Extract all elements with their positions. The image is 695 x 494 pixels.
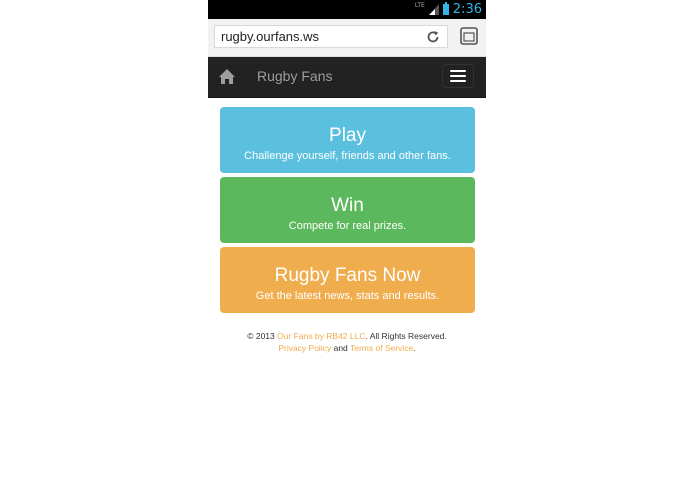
- status-clock: 2:36: [452, 2, 482, 17]
- home-icon[interactable]: [218, 68, 236, 86]
- battery-icon: [442, 2, 449, 15]
- period-text: .: [413, 343, 416, 353]
- copyright-line: © 2013 Our Fans by RB42 LLC. All Rights …: [208, 330, 486, 342]
- network-type-label: LTE: [414, 2, 425, 9]
- signal-icon: [428, 4, 439, 15]
- company-link[interactable]: Our Fans by RB42 LLC: [277, 331, 365, 341]
- reload-icon[interactable]: [423, 27, 443, 47]
- card-subtitle: Get the latest news, stats and results.: [255, 290, 440, 302]
- browser-toolbar: rugby.ourfans.ws: [208, 19, 486, 57]
- site-navbar: Rugby Fans: [208, 57, 486, 98]
- card-title: Rugby Fans Now: [274, 265, 421, 286]
- status-bar: LTE 2:36: [208, 0, 486, 19]
- card-title: Play: [329, 125, 366, 146]
- page-footer: © 2013 Our Fans by RB42 LLC. All Rights …: [208, 330, 486, 354]
- rights-text: . All Rights Reserved.: [365, 331, 447, 341]
- terms-of-service-link[interactable]: Terms of Service: [350, 343, 413, 353]
- card-subtitle: Compete for real prizes.: [288, 220, 407, 232]
- status-icons: LTE 2:36: [415, 0, 482, 19]
- hamburger-bar: [450, 80, 466, 82]
- win-card[interactable]: Win Compete for real prizes.: [220, 177, 475, 243]
- menu-toggle-button[interactable]: [442, 64, 474, 88]
- legal-links-line: Privacy Policy and Terms of Service.: [208, 342, 486, 354]
- tabs-icon[interactable]: [460, 27, 478, 45]
- hamburger-bar: [450, 70, 466, 72]
- rugby-fans-now-card[interactable]: Rugby Fans Now Get the latest news, stat…: [220, 247, 475, 313]
- privacy-policy-link[interactable]: Privacy Policy: [278, 343, 331, 353]
- and-text: and: [333, 343, 348, 353]
- play-card[interactable]: Play Challenge yourself, friends and oth…: [220, 107, 475, 173]
- copyright-text: © 2013: [247, 331, 275, 341]
- site-brand[interactable]: Rugby Fans: [257, 68, 332, 84]
- hamburger-bar: [450, 75, 466, 77]
- url-text[interactable]: rugby.ourfans.ws: [215, 29, 423, 44]
- card-title: Win: [331, 195, 364, 216]
- card-subtitle: Challenge yourself, friends and other fa…: [244, 150, 451, 162]
- url-field[interactable]: rugby.ourfans.ws: [214, 25, 448, 48]
- phone-screen: LTE 2:36 rugby.ourfans.ws Rugby Fans Pla…: [208, 0, 486, 494]
- feature-cards: Play Challenge yourself, friends and oth…: [220, 107, 475, 317]
